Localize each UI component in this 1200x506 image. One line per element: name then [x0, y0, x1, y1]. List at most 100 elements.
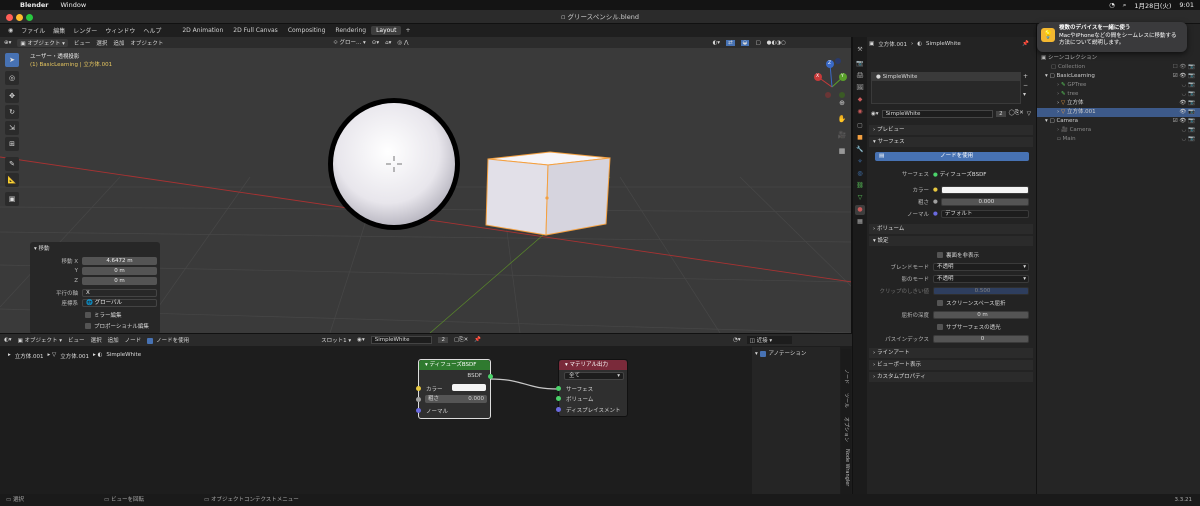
- bsdf-output-socket[interactable]: [488, 374, 493, 379]
- zoom-icon[interactable]: ⊕: [837, 95, 847, 111]
- collection-tab-icon[interactable]: ▢: [855, 121, 865, 131]
- diffuse-node-header[interactable]: ▾ ディフューズBSDF: [419, 360, 490, 370]
- mirror-edit-checkbox[interactable]: ミラー編集: [30, 310, 160, 319]
- lineart-panel-header[interactable]: › ラインアート: [869, 348, 1033, 358]
- select-box-tool[interactable]: ➤: [5, 53, 19, 67]
- zoom-window-button[interactable]: [26, 14, 33, 21]
- outliner[interactable]: ▣ シーンコレクション ▢ Collection ☐ 👁 📷 ▾ ▢ BasicL…: [1036, 24, 1200, 494]
- macos-notification[interactable]: 💡 複数のデバイスを一緒に使う MacやiPhoneなどの間をシームレスに移動す…: [1037, 22, 1187, 52]
- volume-input-socket[interactable]: [556, 396, 561, 401]
- clip-threshold-field[interactable]: 0.500: [933, 286, 1029, 295]
- world-tab-icon[interactable]: ◉: [855, 107, 865, 117]
- link-dropdown-icon[interactable]: ▽: [1027, 111, 1031, 117]
- mode-dropdown[interactable]: ▣ オブジェクト ▾: [17, 38, 68, 47]
- output-target-dropdown[interactable]: 全て ▾: [564, 372, 624, 380]
- roughness-input-socket[interactable]: [416, 397, 421, 402]
- view-layer-tab-icon[interactable]: 🖼: [855, 83, 865, 93]
- tab-layout[interactable]: Layout: [371, 26, 402, 35]
- outliner-row-main[interactable]: ▫ Main ◡ 📷: [1037, 135, 1200, 144]
- camera-collection-visibility-icon[interactable]: ☑ 👁 📷: [1173, 117, 1195, 126]
- outliner-row-camera[interactable]: › 🎥 Camera ◡ 📷: [1037, 126, 1200, 135]
- redo-panel-title[interactable]: ▾ 移動: [34, 244, 50, 252]
- tool-tab-icon[interactable]: ⚒: [855, 45, 865, 55]
- material-tab-icon[interactable]: ●: [855, 205, 865, 215]
- diffuse-roughness-field[interactable]: 粗さ 0.000: [425, 395, 487, 403]
- sss-checkbox-box[interactable]: [937, 323, 943, 330]
- sidebar-tab-tool[interactable]: ツール: [843, 393, 850, 408]
- diffuse-color-swatch[interactable]: [452, 384, 486, 391]
- menu-view[interactable]: ビュー: [74, 39, 91, 47]
- operator-redo-panel[interactable]: ▾ 移動 移動 X 4.6472 m Y 0 m Z 0 m 平行の軸 X 座標系 🌐 グ…: [30, 242, 160, 333]
- mac-window-menu[interactable]: Window: [61, 1, 87, 9]
- shadow-mode-dropdown[interactable]: 不透明 ▾: [933, 274, 1029, 283]
- gizmo-toggle-icon[interactable]: ⇄: [726, 39, 735, 46]
- data-tab-icon[interactable]: ▽: [855, 193, 865, 203]
- prop-roughness-field[interactable]: 0.000: [940, 197, 1029, 206]
- move-tool[interactable]: ✥: [5, 89, 19, 103]
- surface-input-socket[interactable]: [556, 386, 561, 391]
- use-nodes-button[interactable]: ▤ ノードを使用: [875, 152, 1029, 161]
- material-slot-item[interactable]: ● SimpleWhite: [872, 73, 1020, 81]
- output-tab-icon[interactable]: 🖨: [855, 71, 865, 81]
- menu-window[interactable]: ウィンドウ: [101, 26, 139, 35]
- close-window-button[interactable]: [6, 14, 13, 21]
- subsurface-translucency-checkbox[interactable]: サブサーフェスの透光: [869, 322, 1033, 331]
- transform-tool[interactable]: ⊞: [5, 137, 19, 151]
- diffuse-bsdf-node[interactable]: ▾ ディフューズBSDF BSDF カラー 粗さ 0.000 ノーマル: [416, 359, 493, 419]
- mirror-checkbox-box[interactable]: [85, 311, 91, 318]
- blender-logo-icon[interactable]: ◉: [4, 27, 17, 34]
- material-datablock-actions-icon[interactable]: ◯⎘✕: [1009, 110, 1024, 117]
- move-x-field[interactable]: 4.6472 m: [82, 256, 157, 265]
- remove-slot-button[interactable]: −: [1023, 81, 1028, 90]
- cube-visibility-icon[interactable]: 👁 📷: [1179, 99, 1195, 108]
- surface-panel-header[interactable]: ▾ サーフェス: [869, 137, 1033, 147]
- viewport-display-panel-header[interactable]: › ビューポート表示: [869, 360, 1033, 370]
- menu-help[interactable]: ヘルプ: [139, 26, 165, 35]
- particles-tab-icon[interactable]: ✧: [855, 157, 865, 167]
- menu-render[interactable]: レンダー: [69, 26, 101, 35]
- collection-visibility-icon[interactable]: ☐ 👁 📷: [1173, 63, 1195, 72]
- rotate-tool[interactable]: ↻: [5, 105, 19, 119]
- move-y-field[interactable]: 0 m: [82, 266, 157, 275]
- add-cube-tool[interactable]: ▣: [5, 192, 19, 206]
- outliner-row-basiclearning[interactable]: ▾ ▢ BasicLearning ☑ 👁 📷: [1037, 72, 1200, 81]
- output-node-header[interactable]: ▾ マテリアル出力: [559, 360, 627, 370]
- preview-panel-header[interactable]: › プレビュー: [869, 125, 1033, 135]
- gizmo-y-label[interactable]: Y: [841, 74, 844, 79]
- cursor-tool[interactable]: ◎: [5, 71, 19, 85]
- constraint-axis-dropdown[interactable]: X: [82, 288, 157, 297]
- normal-input-socket[interactable]: [416, 408, 421, 413]
- outliner-row-collection[interactable]: ▢ Collection ☐ 👁 📷: [1037, 63, 1200, 72]
- blend-mode-dropdown[interactable]: 不透明 ▾: [933, 262, 1029, 271]
- outliner-row-camera-collection[interactable]: ▾ ▢ Camera ☑ 👁 📷: [1037, 117, 1200, 126]
- props-pin-icon[interactable]: 📌: [1022, 41, 1033, 47]
- menu-select[interactable]: 選択: [96, 39, 107, 47]
- slot-specials-icon[interactable]: ▾: [1023, 90, 1028, 99]
- modifier-tab-icon[interactable]: 🔧: [855, 145, 865, 155]
- pass-index-field[interactable]: 0: [933, 334, 1029, 343]
- 3d-viewport[interactable]: X Y Z ⊕▾ ▣ オブジェクト ▾ ビュー 選択 追加 オブジェクト ⟐ グ…: [0, 37, 852, 333]
- search-icon[interactable]: ⌕: [1123, 1, 1127, 10]
- visibility-icon[interactable]: ◐▾: [712, 40, 720, 46]
- transform-orientation-dropdown[interactable]: ⟐ グロー... ▾: [333, 38, 365, 47]
- physics-tab-icon[interactable]: ◎: [855, 169, 865, 179]
- surface-shader-dropdown[interactable]: ● ディフューズBSDF: [933, 170, 1033, 178]
- constraints-tab-icon[interactable]: ⛓: [855, 181, 865, 191]
- refraction-depth-field[interactable]: 0 m: [933, 310, 1029, 319]
- cube001-visibility-icon[interactable]: 👁 📷: [1179, 108, 1195, 117]
- color-input-socket[interactable]: [416, 386, 421, 391]
- render-tab-icon[interactable]: 📷: [855, 59, 865, 69]
- sidebar-tab-node-wrangler[interactable]: Node Wrangler: [844, 449, 850, 486]
- object-tab-icon[interactable]: ■: [855, 133, 865, 143]
- pan-hand-icon[interactable]: ✋: [837, 111, 847, 127]
- ortho-grid-icon[interactable]: ▦: [837, 143, 847, 159]
- tab-2d-full-canvas[interactable]: 2D Full Canvas: [228, 26, 283, 35]
- mac-app-menu[interactable]: Blender: [20, 1, 49, 9]
- gptree-visibility-icon[interactable]: ◡ 📷: [1182, 81, 1195, 90]
- material-datablock-name[interactable]: SimpleWhite: [881, 109, 994, 118]
- sidebar-tab-node[interactable]: ノード: [843, 369, 850, 384]
- proportional-icon[interactable]: ◎ ⋀: [397, 40, 408, 46]
- material-slot-list[interactable]: ● SimpleWhite: [871, 72, 1021, 104]
- prop-normal-field[interactable]: デフォルト: [940, 209, 1029, 218]
- displacement-input-socket[interactable]: [556, 407, 561, 412]
